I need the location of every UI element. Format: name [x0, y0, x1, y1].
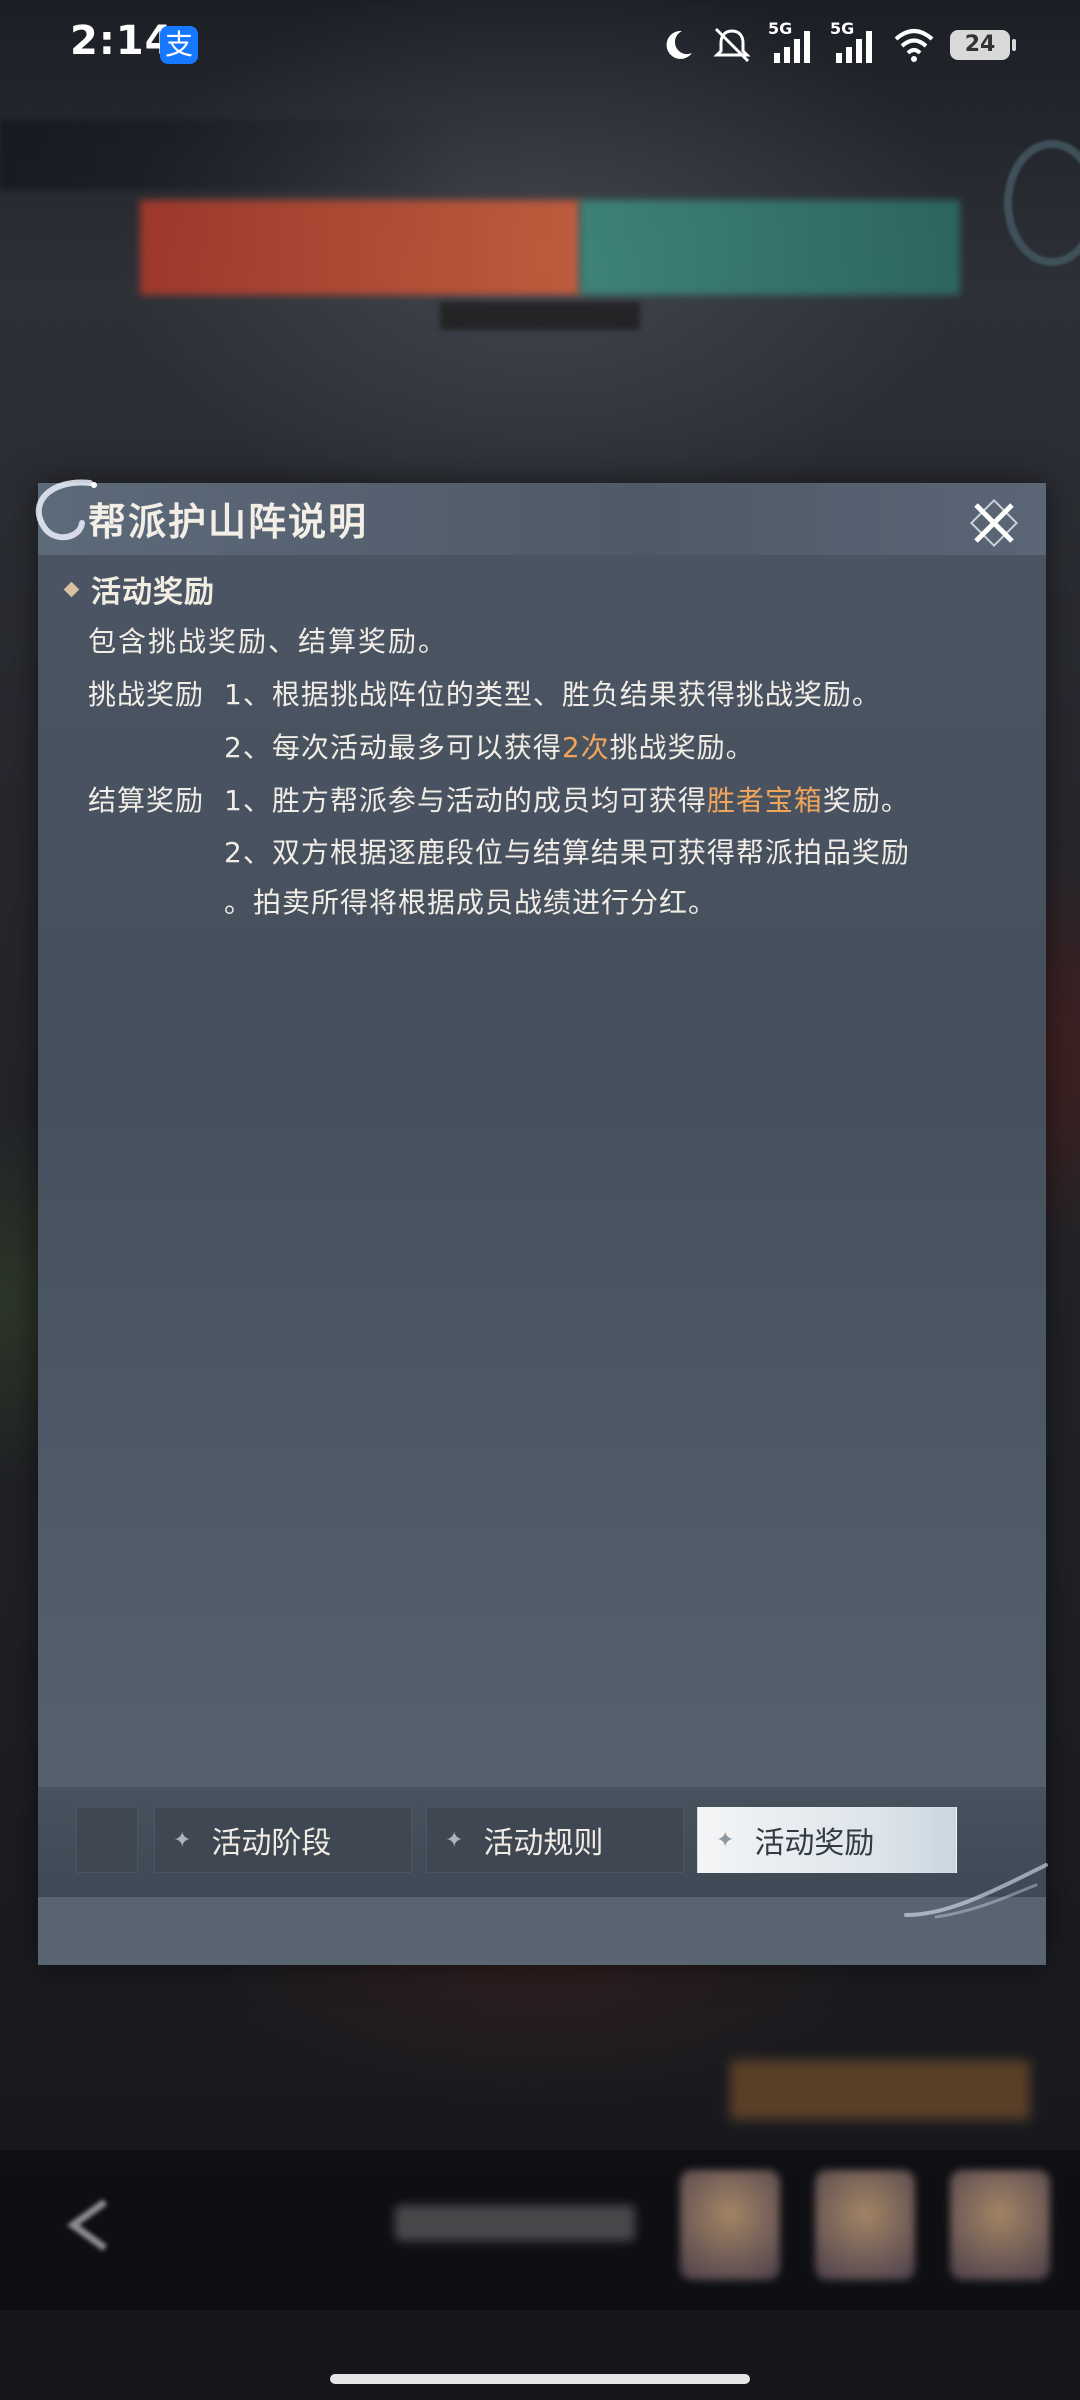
challenge-reward-row-2: 2、每次活动最多可以获得2次挑战奖励。: [88, 726, 755, 766]
close-icon: [969, 498, 1019, 548]
intro-text: 包含挑战奖励、结算奖励。: [88, 625, 449, 658]
highlight-count: 2次: [561, 731, 610, 764]
rules-dialog: 帮派护山阵说明 活动奖励 包含挑战奖励、结算奖励。 挑战奖励 1、根据挑战阵位的…: [35, 479, 1048, 1965]
home-indicator[interactable]: [330, 2374, 750, 2384]
status-icons: 5G 5G 24: [660, 19, 1016, 68]
tab-label: 活动奖励: [754, 1826, 875, 1861]
sparkle-icon: ✦: [445, 1827, 464, 1853]
challenge-line-2: 2、每次活动最多可以获得2次挑战奖励。: [224, 731, 755, 764]
battery-indicator: 24: [950, 30, 1016, 60]
diamond-bullet-icon: [63, 581, 80, 597]
network-type-label: 5G: [830, 19, 855, 38]
challenge-line-1: 1、根据挑战阵位的类型、胜负结果获得挑战奖励。: [224, 678, 881, 711]
sparkle-icon: ✦: [173, 1827, 192, 1853]
background-red-banner: [140, 200, 580, 295]
sparkle-icon: ✦: [716, 1827, 735, 1853]
status-bar: 2:14 支 5G 5G 24: [0, 0, 1080, 90]
tab-label: 活动阶段: [211, 1826, 332, 1861]
settlement-line-2: 2、双方根据逐鹿段位与结算结果可获得帮派拍品奖励: [224, 836, 910, 869]
settlement-label: 结算奖励: [88, 784, 205, 817]
background-notice: [730, 2060, 1030, 2120]
status-time: 2:14: [70, 18, 174, 64]
challenge-reward-row: 挑战奖励 1、根据挑战阵位的类型、胜负结果获得挑战奖励。: [88, 673, 881, 713]
network-type-label: 5G: [768, 19, 793, 38]
mute-bell-icon: [713, 27, 751, 63]
settlement-reward-row: 结算奖励 1、胜方帮派参与活动的成员均可获得胜者宝箱奖励。: [88, 779, 910, 819]
tab-placeholder: [76, 1807, 138, 1873]
settlement-reward-row-3: 。拍卖所得将根据成员战绩进行分红。: [88, 881, 717, 921]
background-count-text: [395, 2205, 635, 2241]
background-avatar: [680, 2170, 780, 2280]
tab-activity-rules[interactable]: ✦ 活动规则: [426, 1807, 684, 1873]
settlement-line-1: 1、胜方帮派参与活动的成员均可获得胜者宝箱奖励。: [224, 784, 910, 817]
signal-icon: 5G: [768, 19, 816, 65]
tab-activity-stages[interactable]: ✦ 活动阶段: [154, 1807, 412, 1873]
tab-bar: ✦ 活动阶段 ✦ 活动规则 ✦ 活动奖励: [38, 1786, 1046, 1897]
background-teal-banner: [580, 200, 960, 295]
dialog-title: 帮派护山阵说明: [88, 499, 369, 544]
challenge-label: 挑战奖励: [88, 678, 205, 711]
signal-icon: 5G: [830, 19, 878, 65]
close-button[interactable]: [966, 495, 1022, 551]
moon-icon: [666, 30, 692, 59]
background-avatar: [815, 2170, 915, 2280]
background-info-strip: [440, 302, 640, 330]
wifi-icon: [894, 29, 934, 62]
alipay-icon: 支: [160, 26, 198, 64]
section-title: 活动奖励: [91, 575, 215, 610]
section-heading: 活动奖励: [62, 567, 215, 611]
back-arrow-icon: [67, 2199, 108, 2251]
dialog-header: 帮派护山阵说明: [35, 479, 1046, 555]
highlight-chest: 胜者宝箱: [706, 784, 823, 817]
tab-label: 活动规则: [483, 1826, 604, 1861]
settlement-line-3: 。拍卖所得将根据成员战绩进行分红。: [224, 886, 718, 919]
settlement-reward-row-2: 2、双方根据逐鹿段位与结算结果可获得帮派拍品奖励: [88, 831, 910, 871]
corner-ornament-icon: [904, 1863, 1048, 1919]
background-page-title: [0, 120, 450, 190]
background-avatar: [950, 2170, 1050, 2280]
